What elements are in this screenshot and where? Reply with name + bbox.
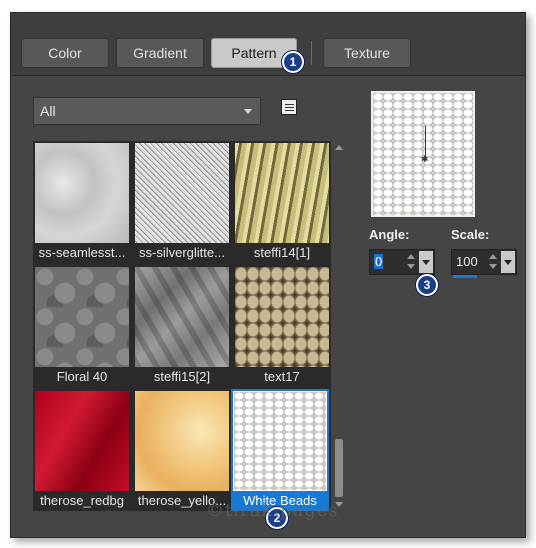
pattern-label: text17 bbox=[264, 369, 300, 384]
pattern-thumbnail bbox=[233, 391, 327, 491]
angle-label: Angle: bbox=[369, 227, 410, 242]
step-badge-1: 1 bbox=[282, 51, 304, 73]
pattern-thumbnail bbox=[135, 391, 229, 491]
scale-slider-fill bbox=[453, 275, 477, 278]
tab-texture[interactable]: Texture bbox=[323, 38, 411, 68]
pattern-thumbnail bbox=[135, 143, 229, 243]
angle-stepper-icon[interactable] bbox=[404, 252, 418, 272]
pattern-item-white-beads[interactable]: White Beads bbox=[231, 389, 329, 511]
pattern-scrollbar[interactable] bbox=[333, 141, 345, 511]
pattern-thumbnail bbox=[35, 391, 129, 491]
scale-dropdown-button[interactable] bbox=[501, 251, 515, 273]
watermark-text: ©tirak.pages bbox=[206, 500, 339, 521]
pattern-label: ss-silverglitte... bbox=[139, 245, 225, 260]
pattern-item-therose-redbg[interactable]: therose_redbg bbox=[33, 389, 131, 511]
scroll-up-icon[interactable] bbox=[335, 145, 343, 150]
tab-gradient[interactable]: Gradient bbox=[116, 38, 204, 68]
angle-dropdown-button[interactable] bbox=[419, 251, 433, 273]
pattern-label: ss-seamlesst... bbox=[38, 245, 126, 260]
scale-label: Scale: bbox=[451, 227, 490, 242]
pattern-thumbnail bbox=[35, 267, 129, 367]
scrollbar-thumb[interactable] bbox=[335, 439, 343, 497]
pattern-thumbnail bbox=[235, 267, 329, 367]
angle-spinbox[interactable]: 0 bbox=[369, 249, 435, 275]
pattern-item-ss-silverglitter[interactable]: ss-silverglitte... bbox=[133, 141, 231, 265]
category-select[interactable]: All bbox=[33, 97, 261, 125]
pattern-thumbnail bbox=[135, 267, 229, 367]
angle-handle-icon: ✱ bbox=[421, 154, 429, 164]
scale-spinbox[interactable]: 100 bbox=[451, 249, 517, 275]
scale-value[interactable]: 100 bbox=[456, 254, 478, 269]
step-badge-3: 3 bbox=[416, 274, 438, 296]
tab-bar: Color Gradient Pattern Texture bbox=[11, 13, 525, 76]
material-properties-panel: Color Gradient Pattern Texture All ss-se… bbox=[10, 12, 526, 538]
scale-stepper-icon[interactable] bbox=[486, 252, 500, 272]
pattern-item-floral-40[interactable]: Floral 40 bbox=[33, 265, 131, 389]
pattern-item-text17[interactable]: text17 bbox=[233, 265, 331, 389]
pattern-thumbnail bbox=[35, 143, 129, 243]
tab-separator bbox=[311, 41, 312, 65]
pattern-item-steffi15[interactable]: steffi15[2] bbox=[133, 265, 231, 389]
pattern-label: therose_redbg bbox=[40, 493, 124, 508]
list-view-icon[interactable] bbox=[281, 99, 297, 115]
pattern-item-steffi14[interactable]: steffi14[1] bbox=[233, 141, 331, 265]
tab-color[interactable]: Color bbox=[21, 38, 109, 68]
pattern-label: steffi14[1] bbox=[253, 245, 311, 260]
pattern-label: Floral 40 bbox=[56, 369, 108, 384]
pattern-thumbnail bbox=[235, 143, 329, 243]
pattern-label: steffi15[2] bbox=[153, 369, 211, 384]
angle-value[interactable]: 0 bbox=[374, 254, 384, 269]
category-select-value: All bbox=[40, 103, 56, 119]
pattern-grid: ss-seamlesst... ss-silverglitte... steff… bbox=[33, 141, 331, 511]
chevron-down-icon bbox=[244, 109, 252, 114]
pattern-item-therose-yellow[interactable]: therose_yello... bbox=[133, 389, 231, 511]
pattern-item-ss-seamlesst[interactable]: ss-seamlesst... bbox=[33, 141, 131, 265]
